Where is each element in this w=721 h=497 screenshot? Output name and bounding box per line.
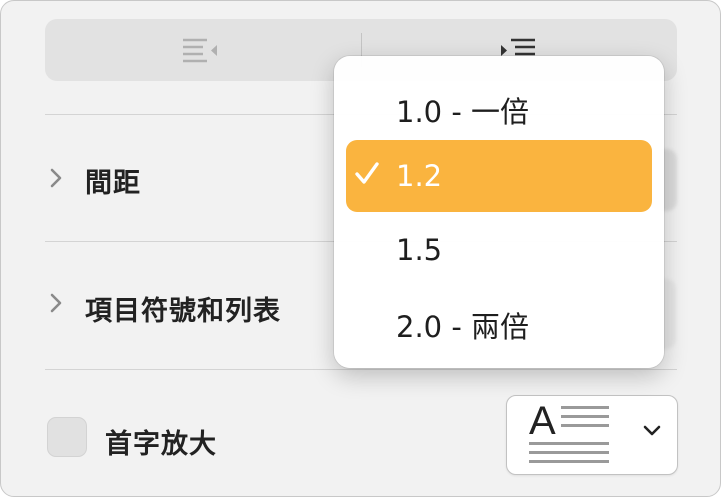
menu-item-label: 1.0 - 一倍	[396, 95, 530, 129]
format-sidebar-panel: 間距 項目符號和列表 首字放大 A 1.0 - 一倍 1.2 1.5 2.0 -…	[0, 0, 721, 497]
menu-item-1-2[interactable]: 1.2	[346, 140, 652, 212]
menu-item-1-5[interactable]: 1.5	[346, 214, 652, 286]
chevron-right-icon	[50, 293, 62, 313]
menu-item-label: 1.2	[396, 159, 443, 193]
menu-item-label: 1.5	[396, 233, 443, 267]
menu-item-double[interactable]: 2.0 - 兩倍	[346, 285, 652, 357]
bullets-lists-section-label: 項目符號和列表	[85, 296, 281, 327]
menu-item-label: 2.0 - 兩倍	[396, 310, 530, 344]
divider	[45, 369, 677, 370]
drop-cap-preview-letter: A	[529, 402, 556, 443]
decrease-indent-button[interactable]	[45, 19, 361, 81]
spacing-section-label: 間距	[85, 168, 141, 199]
drop-cap-checkbox[interactable]	[47, 417, 87, 457]
decrease-indent-icon	[183, 38, 217, 63]
line-spacing-menu: 1.0 - 一倍 1.2 1.5 2.0 - 兩倍	[334, 56, 664, 368]
chevron-down-icon	[643, 425, 661, 436]
drop-cap-preview-icon: A	[529, 402, 609, 463]
drop-cap-style-popup[interactable]: A	[506, 395, 678, 475]
checkmark-icon	[355, 162, 379, 184]
drop-cap-label: 首字放大	[105, 429, 217, 460]
chevron-right-icon	[50, 168, 62, 188]
menu-item-single[interactable]: 1.0 - 一倍	[346, 70, 652, 142]
